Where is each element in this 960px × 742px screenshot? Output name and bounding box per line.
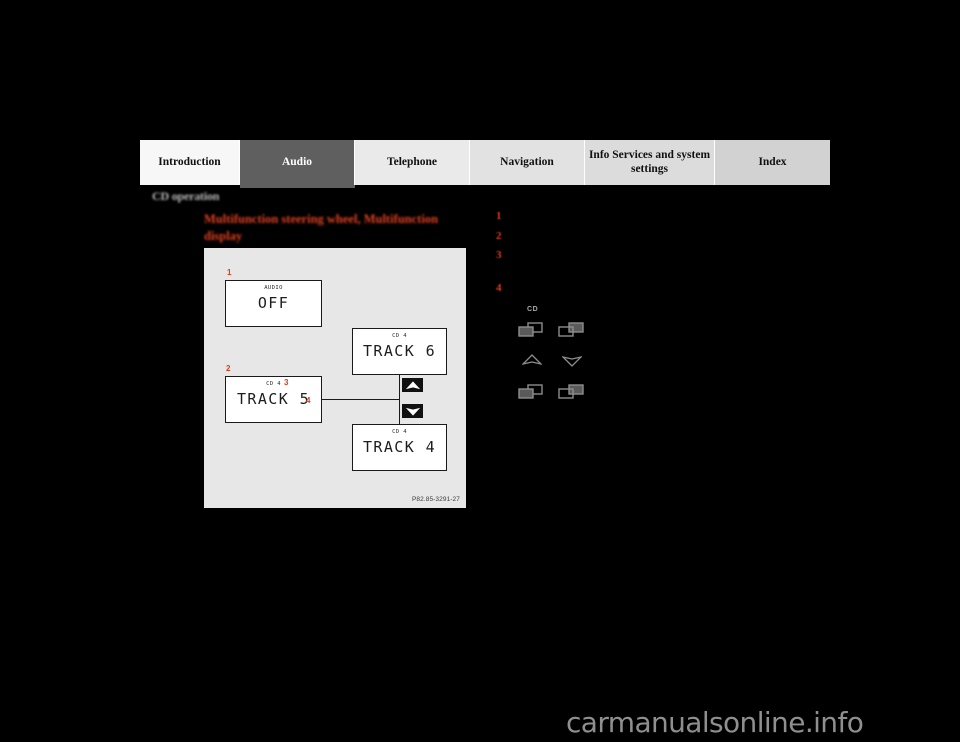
tab-telephone-label: Telephone <box>386 155 438 168</box>
tab-index[interactable]: Index <box>715 140 830 185</box>
display-audio-off-main-line: OFF <box>257 294 290 312</box>
display-track-6: CD 4 TRACK 6 <box>352 328 447 375</box>
legend-number-3: 3 <box>496 249 502 261</box>
display-track-6-top-line: CD 4 <box>392 333 407 339</box>
display-track-4-top-line: CD 4 <box>392 429 407 435</box>
chevron-down-icon <box>402 404 423 418</box>
page-title: Multifunction steering wheel, Multifunct… <box>204 212 439 243</box>
figure-panel: AUDIO OFF CD 4 TRACK 5 CD 4 TRACK 6 CD 4… <box>204 248 466 508</box>
connector-line-vertical <box>399 375 401 424</box>
figure-callout-1: 1 <box>227 268 232 277</box>
tab-active-ledge <box>240 185 355 188</box>
legend-number-1: 1 <box>496 210 502 222</box>
display-audio-off-top-line: AUDIO <box>264 285 283 291</box>
tab-audio[interactable]: Audio <box>240 140 355 185</box>
figure-callout-3: 3 <box>284 378 289 387</box>
next-page-icon <box>558 384 584 399</box>
figure-callout-4: 4 <box>306 396 311 405</box>
display-track-5-top-line: CD 4 <box>266 381 281 387</box>
tab-audio-label: Audio <box>281 155 313 168</box>
cd-label: CD <box>527 306 539 313</box>
tab-telephone[interactable]: Telephone <box>355 140 470 185</box>
chevron-up-icon <box>402 378 423 392</box>
next-page-icon <box>558 322 584 337</box>
previous-page-icon <box>518 384 544 399</box>
display-track-4-main-line: TRACK 4 <box>362 438 436 456</box>
connector-line-horizontal <box>322 399 400 401</box>
legend-number-4: 4 <box>496 282 502 294</box>
display-track-4: CD 4 TRACK 4 <box>352 424 447 471</box>
legend-number-2: 2 <box>496 230 502 242</box>
display-audio-off: AUDIO OFF <box>225 280 322 327</box>
section-kicker: CD operation <box>152 189 220 203</box>
tab-info-services-and-system-settings[interactable]: Info Services and system settings <box>585 140 715 185</box>
previous-page-icon <box>518 322 544 337</box>
figure-callout-2: 2 <box>226 364 231 373</box>
chevron-down-icon <box>560 354 584 367</box>
tab-navigation-label: Navigation <box>500 155 554 168</box>
site-watermark: carmanualsonline.info <box>566 706 864 739</box>
section-tab-bar: Introduction Audio Telephone Navigation … <box>140 140 830 185</box>
tab-navigation[interactable]: Navigation <box>470 140 585 185</box>
tab-introduction-label: Introduction <box>158 155 221 168</box>
tab-index-label: Index <box>758 155 787 168</box>
chevron-up-icon <box>520 354 544 367</box>
steering-wheel-button-icon-grid: CD <box>518 306 608 411</box>
figure-code: P82.85-3291-27 <box>411 496 460 503</box>
tab-info-services-label: Info Services and system settings <box>588 149 711 175</box>
display-track-6-main-line: TRACK 6 <box>362 342 436 360</box>
tab-introduction[interactable]: Introduction <box>140 140 240 185</box>
